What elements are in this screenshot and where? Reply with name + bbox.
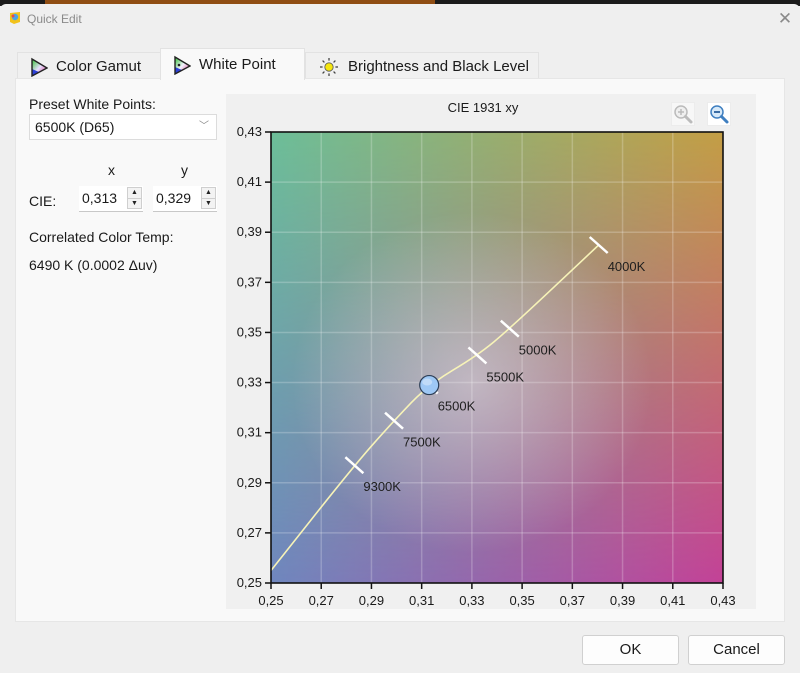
tab-label: White Point	[199, 56, 276, 73]
x-tick-label: 0,27	[309, 593, 334, 608]
preset-white-points-label: Preset White Points:	[29, 96, 156, 112]
close-icon[interactable]: ✕	[770, 6, 800, 32]
y-tick-label: 0,31	[237, 425, 262, 440]
y-tick-label: 0,27	[237, 525, 262, 540]
cct-label: 4000K	[608, 259, 646, 274]
color-gamut-triangle-icon	[31, 57, 48, 77]
x-tick-label: 0,37	[560, 593, 585, 608]
cie-x-input[interactable]: 0,313	[82, 190, 117, 206]
decrement-y-button[interactable]: ▼	[202, 198, 215, 209]
cct-label: 5500K	[486, 369, 524, 384]
cie-label: CIE:	[29, 193, 57, 209]
x-tick-label: 0,41	[660, 593, 685, 608]
tab-color-gamut[interactable]: Color Gamut	[17, 52, 163, 80]
cie-1931-chart[interactable]: CIE 1931 xy 9300K 7500K 6500K 5500K 5000K 400…	[226, 94, 756, 609]
cct-label: 5000K	[519, 343, 557, 358]
x-tick-label: 0,29	[359, 593, 384, 608]
chevron-down-icon: ﹀	[199, 121, 209, 132]
white-point-triangle-icon	[174, 55, 191, 75]
x-tick-label: 0,25	[258, 593, 283, 608]
ok-button[interactable]: OK	[582, 635, 679, 665]
window-title: Quick Edit	[27, 12, 82, 26]
cie-chart-panel: CIE 1931 xy 9300K 7500K 6500K 5500K 5000K 400…	[226, 94, 756, 609]
increment-y-button[interactable]: ▲	[202, 188, 215, 198]
sun-icon	[320, 57, 338, 76]
y-tick-label: 0,35	[237, 324, 262, 339]
decrement-x-button[interactable]: ▼	[128, 198, 141, 209]
cct-value: 6490 K (0.0002 Δuv)	[29, 257, 158, 273]
tab-white-point[interactable]: White Point	[160, 48, 305, 80]
quick-edit-dialog: Quick Edit ✕ Color Gamut White Point Bri…	[0, 4, 800, 673]
cie-x-stepper[interactable]: 0,313 ▲ ▼	[79, 186, 143, 212]
preset-value: 6500K (D65)	[35, 119, 115, 135]
app-icon	[10, 12, 20, 24]
title-bar: Quick Edit ✕	[0, 4, 800, 32]
y-tick-label: 0,39	[237, 224, 262, 239]
y-tick-label: 0,37	[237, 274, 262, 289]
cct-label: 6500K	[438, 399, 476, 414]
y-tick-label: 0,43	[237, 124, 262, 139]
y-tick-label: 0,33	[237, 375, 262, 390]
x-tick-label: 0,31	[409, 593, 434, 608]
white-point-highlight	[422, 378, 433, 386]
y-tick-label: 0,41	[237, 174, 262, 189]
cct-label: 9300K	[363, 479, 401, 494]
white-point-panel: Preset White Points: 6500K (D65) ﹀ x y C…	[15, 78, 785, 622]
y-tick-label: 0,29	[237, 475, 262, 490]
x-tick-label: 0,43	[710, 593, 735, 608]
x-tick-label: 0,39	[610, 593, 635, 608]
tab-brightness-black-level[interactable]: Brightness and Black Level	[305, 52, 539, 80]
cancel-button[interactable]: Cancel	[688, 635, 785, 665]
x-tick-label: 0,33	[459, 593, 484, 608]
tab-label: Color Gamut	[56, 58, 142, 75]
tab-label: Brightness and Black Level	[348, 58, 529, 75]
y-tick-label: 0,25	[237, 575, 262, 590]
chart-title: CIE 1931 xy	[448, 100, 519, 115]
cct-label: 7500K	[403, 435, 441, 450]
x-header: x	[108, 162, 115, 178]
increment-x-button[interactable]: ▲	[128, 188, 141, 198]
y-header: y	[181, 162, 188, 178]
x-tick-label: 0,35	[509, 593, 534, 608]
cct-label: Correlated Color Temp:	[29, 229, 174, 245]
cie-y-input[interactable]: 0,329	[156, 190, 191, 206]
cie-y-stepper[interactable]: 0,329 ▲ ▼	[153, 186, 217, 212]
preset-white-points-dropdown[interactable]: 6500K (D65) ﹀	[29, 114, 217, 140]
